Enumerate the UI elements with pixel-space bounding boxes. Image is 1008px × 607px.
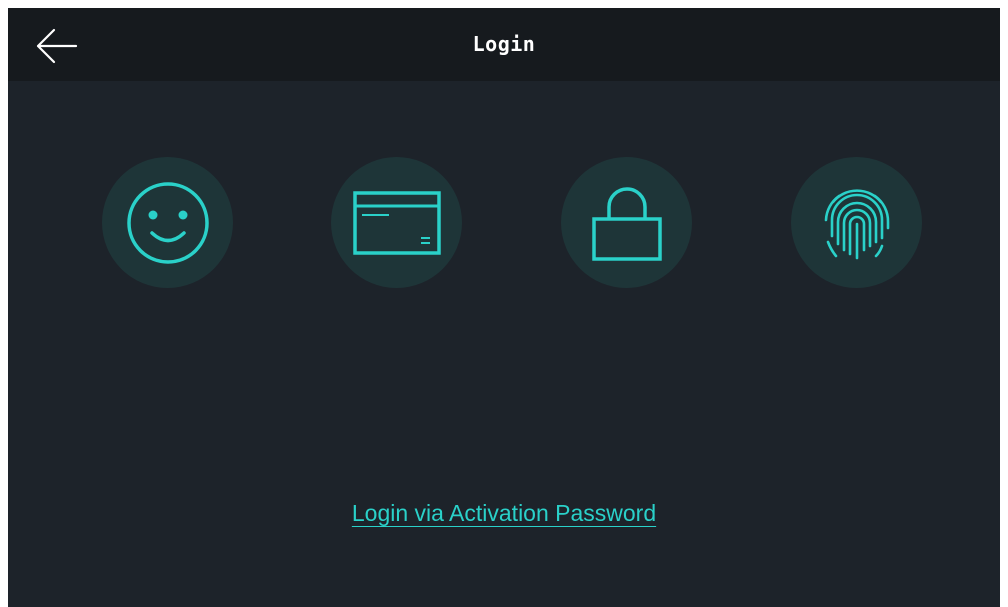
back-button[interactable]: [32, 24, 80, 68]
fingerprint-login-button[interactable]: [791, 157, 922, 288]
fingerprint-icon: [824, 188, 889, 259]
login-screen: Login Login via Activation Password: [8, 8, 1000, 607]
card-login-button[interactable]: [331, 157, 462, 288]
card-icon: [352, 190, 441, 255]
password-login-button[interactable]: [561, 157, 692, 288]
activation-password-link[interactable]: Login via Activation Password: [352, 500, 656, 526]
page-title: Login: [472, 32, 536, 56]
face-icon: [126, 181, 209, 264]
login-methods: [8, 157, 1000, 289]
arrow-left-icon: [36, 28, 78, 64]
face-login-button[interactable]: [102, 157, 233, 288]
lock-icon: [591, 186, 662, 261]
activation-password-link-row: Login via Activation Password: [8, 500, 1000, 527]
header-bar: Login: [8, 8, 1000, 81]
